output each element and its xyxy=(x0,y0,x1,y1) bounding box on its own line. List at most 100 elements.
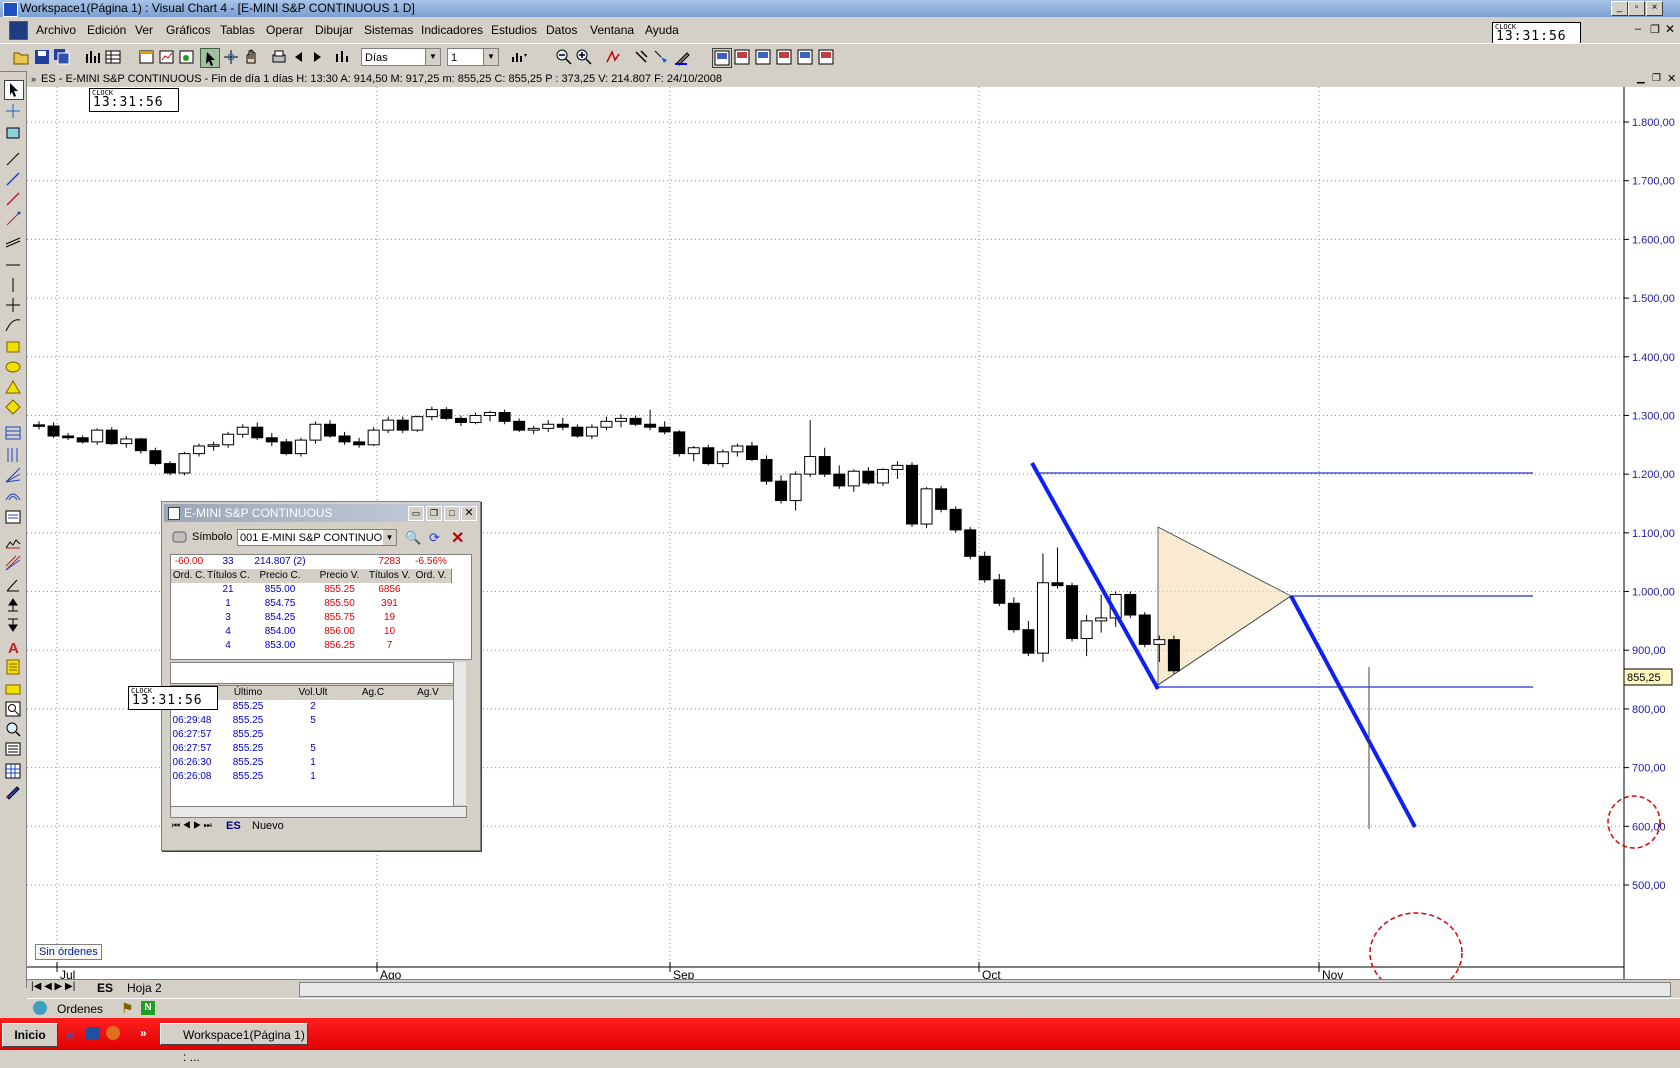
trades-hscrollbar[interactable] xyxy=(170,806,467,818)
pen-color-icon[interactable] xyxy=(674,48,692,66)
sheet-tab-es[interactable]: ES xyxy=(97,981,113,995)
chart-hscrollbar[interactable] xyxy=(299,982,1671,997)
trendline-down-1[interactable] xyxy=(1030,462,1160,690)
menu-sistemas[interactable]: Sistemas xyxy=(364,23,413,37)
pen-icon[interactable] xyxy=(4,782,22,800)
tab-first-icon[interactable]: ⏮ ◀ ▶ ⏭ xyxy=(172,820,212,831)
quote-minimize-button[interactable]: ▭ xyxy=(408,506,424,521)
layout-1-icon[interactable] xyxy=(712,48,732,68)
menu-datos[interactable]: Datos xyxy=(546,23,577,37)
quote-maximize-button[interactable]: □ xyxy=(444,506,460,521)
trendline-icon[interactable] xyxy=(4,150,22,168)
trend-projections[interactable] xyxy=(1030,462,1417,829)
new-quote-icon[interactable] xyxy=(178,48,196,66)
triangle-icon[interactable] xyxy=(4,378,22,396)
arc-icon[interactable] xyxy=(4,316,22,334)
trade-row[interactable]: 06:26:08 855.25 1 xyxy=(171,770,453,784)
pin-icon[interactable] xyxy=(632,48,650,66)
horizontal-lines[interactable] xyxy=(1039,472,1533,688)
mdi-minimize-icon[interactable]: – xyxy=(1635,23,1641,35)
doc-icon[interactable] xyxy=(9,21,28,40)
menu-ventana[interactable]: Ventana xyxy=(590,23,634,37)
summary-row[interactable]: -60.00 33 214.807 (2) 7283 -6.56% xyxy=(171,555,471,569)
vline-icon[interactable] xyxy=(4,276,22,294)
delete-icon[interactable]: ✕ xyxy=(451,528,464,548)
layout-5-icon[interactable] xyxy=(796,48,814,66)
zoom-in-icon[interactable] xyxy=(575,48,593,66)
bar-chart-icon[interactable] xyxy=(84,48,102,66)
table-icon[interactable] xyxy=(104,48,122,66)
note-icon[interactable] xyxy=(4,658,22,676)
taskbar-workspace[interactable]: Workspace1(Página 1) : ... xyxy=(160,1023,308,1064)
quote-close-button[interactable]: ✕ xyxy=(461,506,477,521)
ellipse-icon[interactable] xyxy=(4,358,22,376)
scroll-right-icon[interactable] xyxy=(308,48,326,66)
zoom-area-icon[interactable] xyxy=(4,700,22,718)
arrow-down-icon[interactable] xyxy=(4,616,22,634)
angle-icon[interactable] xyxy=(4,576,22,594)
chevron-right-icon[interactable]: » xyxy=(140,1026,147,1040)
gann-icon[interactable] xyxy=(4,554,22,572)
quote-window-title-bar[interactable]: E-MINI S&P CONTINUOUS ▭ ❐ □ ✕ xyxy=(164,504,478,522)
magnifier-icon[interactable] xyxy=(4,720,22,738)
book-header-row[interactable]: Ord. C. Títulos C. Precio C. Precio V. Títul… xyxy=(171,569,471,583)
trades-scrollbar[interactable] xyxy=(453,662,466,805)
ray-icon[interactable] xyxy=(4,210,22,228)
start-button[interactable]: Inicio xyxy=(2,1023,58,1047)
menu-ayuda[interactable]: Ayuda xyxy=(645,23,679,37)
hline-icon[interactable] xyxy=(4,256,22,274)
menu-indicadores[interactable]: Indicadores xyxy=(421,23,483,37)
sheet-nav-icon[interactable]: |◀ ◀ ▶ ▶| xyxy=(31,981,75,992)
layout-2-icon[interactable] xyxy=(733,48,751,66)
orders-tab[interactable]: Ordenes xyxy=(57,1002,103,1016)
text-tool-icon[interactable]: A xyxy=(4,638,22,656)
no-orders-label[interactable]: Sin órdenes xyxy=(35,944,102,960)
frame-icon[interactable] xyxy=(4,124,22,142)
chart-restore-icon[interactable]: ❐ xyxy=(1652,71,1661,87)
scroll-left-icon[interactable] xyxy=(290,48,308,66)
book-row[interactable]: 21 855.00 855.25 6856 xyxy=(171,583,471,597)
arrow-up-icon[interactable] xyxy=(4,596,22,614)
layout-3-icon[interactable] xyxy=(754,48,772,66)
target-circle-date[interactable] xyxy=(1369,912,1463,979)
book-row[interactable]: 4 854.00 856.00 10 xyxy=(171,625,471,639)
menu-tablas[interactable]: Tablas xyxy=(220,23,255,37)
trendline-blue-icon[interactable] xyxy=(4,170,22,188)
book-row[interactable]: 4 853.00 856.25 7 xyxy=(171,639,471,653)
trendline-red-icon[interactable] xyxy=(4,190,22,208)
restore-button[interactable]: ▫ xyxy=(1628,1,1645,16)
menu-operar[interactable]: Operar xyxy=(266,23,303,37)
grid-icon[interactable] xyxy=(4,762,22,780)
trade-row[interactable]: 06:27:57 855.25 5 xyxy=(171,742,453,756)
menu-graficos[interactable]: Gráficos xyxy=(166,23,211,37)
rectangle-icon[interactable] xyxy=(4,338,22,356)
ie-icon[interactable]: ℯ xyxy=(66,1027,74,1044)
trendline-down-2[interactable] xyxy=(1289,595,1417,828)
chart-style-icon[interactable] xyxy=(510,48,528,66)
zigzag-icon[interactable] xyxy=(4,534,22,552)
zoom-out-icon[interactable] xyxy=(555,48,573,66)
fibonacci-icon[interactable] xyxy=(4,424,22,442)
crosshair-icon[interactable] xyxy=(222,48,240,66)
print-icon[interactable] xyxy=(270,48,288,66)
mdi-close-icon[interactable]: ✕ xyxy=(1665,22,1675,36)
period-count-select[interactable]: 1 ▼ xyxy=(447,48,499,66)
text-box-icon[interactable] xyxy=(4,508,22,526)
search-icon[interactable]: 🔍 xyxy=(405,530,421,546)
new-window-icon[interactable] xyxy=(138,48,156,66)
layout-4-icon[interactable] xyxy=(775,48,793,66)
quote-tab-es[interactable]: ES xyxy=(226,820,241,832)
quote-restore-button[interactable]: ❐ xyxy=(426,506,442,521)
close-button[interactable]: × xyxy=(1646,1,1663,16)
book-row[interactable]: 3 854.25 855.75 19 xyxy=(171,611,471,625)
pointer-line-icon[interactable] xyxy=(652,48,670,66)
cursor-mode-icon[interactable] xyxy=(200,48,220,68)
properties-icon[interactable] xyxy=(4,740,22,758)
label-icon[interactable] xyxy=(4,680,22,698)
trade-row[interactable]: 06:27:57 855.25 xyxy=(171,728,453,742)
fib-time-icon[interactable] xyxy=(4,446,22,464)
arcs-icon[interactable] xyxy=(4,486,22,504)
period-select[interactable]: Días ▼ xyxy=(361,48,441,66)
move-icon[interactable] xyxy=(4,102,22,120)
hand-icon[interactable] xyxy=(242,48,260,66)
